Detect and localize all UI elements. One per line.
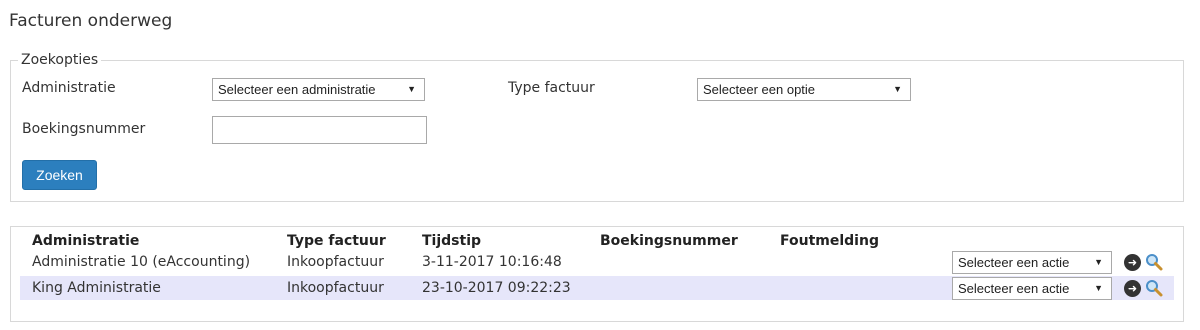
cell-tijdstip: 23-10-2017 09:22:23 xyxy=(422,280,571,296)
cell-administratie: King Administratie xyxy=(32,280,161,296)
boekingsnummer-label: Boekingsnummer xyxy=(22,121,146,137)
dropdown-arrow-icon: ▼ xyxy=(1094,257,1103,267)
administratie-select-value: Selecteer een administratie xyxy=(218,82,376,97)
dropdown-arrow-icon: ▼ xyxy=(407,84,416,94)
cell-administratie: Administratie 10 (eAccounting) xyxy=(32,254,251,270)
search-options-legend: Zoekopties xyxy=(21,52,99,68)
action-select[interactable]: Selecteer een actie ▼ xyxy=(952,277,1112,300)
administratie-label: Administratie xyxy=(22,80,116,96)
action-select-value: Selecteer een actie xyxy=(958,281,1070,296)
zoeken-button[interactable]: Zoeken xyxy=(22,160,97,190)
dropdown-arrow-icon: ▼ xyxy=(1094,283,1103,293)
column-header-administratie: Administratie xyxy=(32,233,140,249)
page-title: Facturen onderweg xyxy=(9,11,173,31)
cell-type-factuur: Inkoopfactuur xyxy=(287,254,384,270)
type-factuur-label: Type factuur xyxy=(508,80,595,96)
table-row: King Administratie Inkoopfactuur 23-10-2… xyxy=(20,276,1174,300)
table-row: Administratie 10 (eAccounting) Inkoopfac… xyxy=(20,250,1174,274)
type-factuur-select-value: Selecteer een optie xyxy=(703,82,816,97)
dropdown-arrow-icon: ▼ xyxy=(893,84,902,94)
column-header-boekingsnummer: Boekingsnummer xyxy=(600,233,738,249)
search-options-panel: Zoekopties xyxy=(10,52,1184,202)
column-header-foutmelding: Foutmelding xyxy=(780,233,879,249)
cell-tijdstip: 3-11-2017 10:16:48 xyxy=(422,254,562,270)
action-select[interactable]: Selecteer een actie ▼ xyxy=(952,251,1112,274)
boekingsnummer-input[interactable] xyxy=(212,116,427,144)
action-select-value: Selecteer een actie xyxy=(958,255,1070,270)
arrow-right-circle-icon[interactable]: ➜ xyxy=(1124,280,1141,297)
column-header-type-factuur: Type factuur xyxy=(287,233,386,249)
administratie-select[interactable]: Selecteer een administratie ▼ xyxy=(212,78,425,101)
type-factuur-select[interactable]: Selecteer een optie ▼ xyxy=(697,78,911,101)
column-header-tijdstip: Tijdstip xyxy=(422,233,482,249)
cell-type-factuur: Inkoopfactuur xyxy=(287,280,384,296)
arrow-right-circle-icon[interactable]: ➜ xyxy=(1124,254,1141,271)
magnifier-icon[interactable] xyxy=(1144,278,1164,298)
magnifier-icon[interactable] xyxy=(1144,252,1164,272)
